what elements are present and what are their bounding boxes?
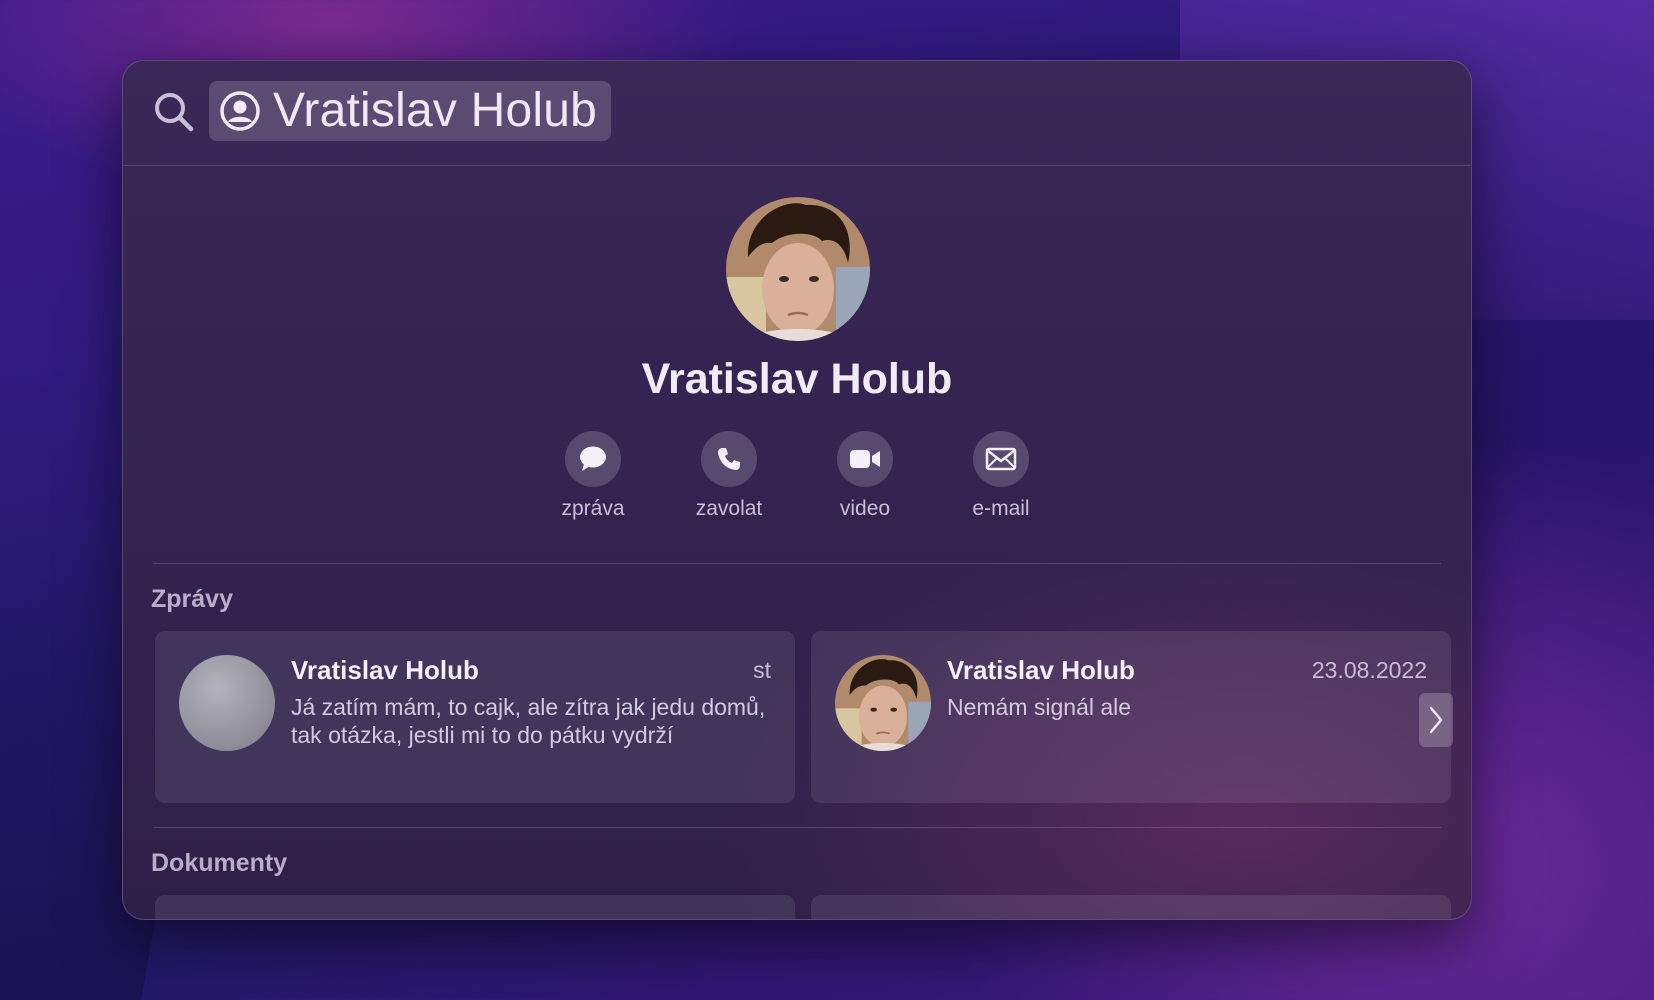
email-action-label: e-mail (972, 497, 1030, 520)
video-action-label: video (839, 497, 891, 520)
search-icon (155, 93, 194, 132)
contact-avatar (726, 197, 870, 341)
section-divider (153, 827, 1441, 828)
next-results-button[interactable] (1419, 693, 1453, 747)
person-circle-icon (220, 91, 260, 131)
envelope-icon (985, 447, 1017, 471)
message-date: 23.08.2022 (1311, 657, 1427, 683)
document-result-card[interactable] (811, 895, 1451, 919)
message-action-button[interactable]: zpráva (542, 431, 644, 521)
email-action-button[interactable]: e-mail (950, 431, 1052, 521)
search-query: Vratislav Holub (273, 84, 598, 137)
section-divider (153, 563, 1441, 564)
document-result-card[interactable] (155, 895, 795, 919)
message-preview: Nemám signál ale (947, 694, 1132, 720)
message-result-card[interactable]: Vratislav Holub st Já zatím mám, to cajk… (155, 631, 795, 803)
video-action-button[interactable]: video (814, 431, 916, 521)
call-action-button[interactable]: zavolat (678, 431, 780, 521)
search-bar[interactable]: Vratislav Holub (123, 61, 1471, 166)
message-sender: Vratislav Holub (291, 655, 479, 685)
avatar (179, 655, 275, 751)
messages-section-title: Zprávy (151, 585, 233, 613)
video-camera-icon (850, 450, 880, 468)
message-preview: Já zatím mám, to cajk, ale zítra jak jed… (291, 694, 766, 748)
contact-name: Vratislav Holub (641, 355, 953, 403)
phone-icon (718, 448, 740, 470)
message-bubble-icon (580, 446, 606, 471)
message-result-card[interactable]: Vratislav Holub 23.08.2022 Nemám signál … (811, 631, 1451, 803)
contact-actions: zpráva zavolat video e-mail (123, 431, 1471, 521)
call-action-label: zavolat (695, 497, 763, 520)
avatar (835, 655, 931, 751)
message-sender: Vratislav Holub (947, 655, 1135, 685)
documents-section-title: Dokumenty (151, 849, 288, 877)
message-date: st (753, 657, 771, 683)
search-token[interactable]: Vratislav Holub (209, 81, 612, 141)
chevron-right-icon (1429, 706, 1443, 734)
message-action-label: zpráva (561, 497, 625, 520)
spotlight-window: Vratislav Holub Vratislav Holub zpráva z… (122, 60, 1472, 920)
